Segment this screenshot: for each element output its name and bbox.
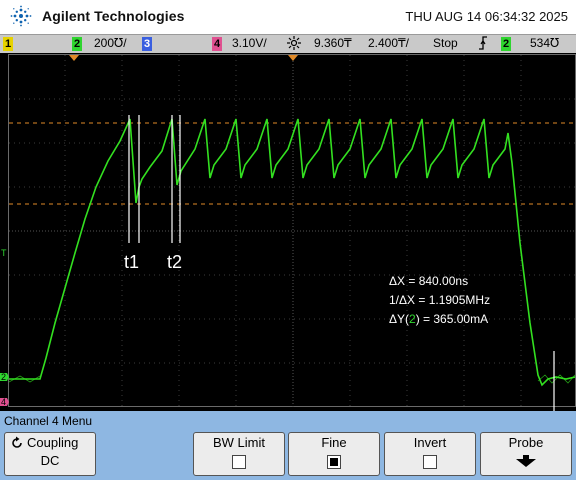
fine-softkey[interactable]: Fine	[288, 432, 380, 476]
rising-edge-icon	[477, 35, 489, 54]
agilent-spark-icon	[10, 5, 32, 27]
down-arrow-icon	[514, 455, 538, 470]
channel-2-scale: 200℧/	[94, 36, 127, 50]
waveform-trace-ch2	[9, 118, 576, 387]
invert-softkey[interactable]: Invert	[384, 432, 476, 476]
ch2-ground-marker: 2	[1, 372, 6, 382]
delta-x-readout: ΔX = 840.00ns	[389, 274, 469, 288]
bw-limit-checkbox[interactable]	[232, 455, 246, 469]
date-time: THU AUG 14 06:34:32 2025	[405, 9, 568, 24]
cycle-arrow-icon	[10, 436, 24, 453]
time-scale: 2.400₸/	[368, 36, 409, 50]
channel-4-indicator[interactable]: 4	[212, 37, 223, 51]
delta-y-value: ) = 365.00mA	[415, 312, 489, 326]
probe-softkey[interactable]: Probe	[480, 432, 572, 476]
delta-y-prefix: ΔY(	[389, 312, 410, 326]
coupling-value: DC	[40, 453, 60, 468]
trigger-level: 534℧	[530, 36, 560, 50]
menu-title: Channel 4 Menu	[4, 414, 93, 428]
instrument-header: Agilent Technologies THU AUG 14 06:34:32…	[0, 0, 576, 34]
bw-limit-label: BW Limit	[213, 435, 265, 450]
channel-3-indicator[interactable]: 3	[142, 37, 153, 51]
ch4-ground-marker: 4	[1, 397, 6, 407]
coupling-label: Coupling	[27, 435, 79, 450]
waveform-graticule: 2 4 T	[0, 54, 576, 411]
trigger-sun-icon	[286, 35, 302, 54]
cursor-t1-label: t1	[124, 252, 140, 272]
invert-checkbox[interactable]	[423, 455, 437, 469]
coupling-softkey[interactable]: Coupling DC	[4, 432, 96, 476]
cursor-t2-label: t2	[167, 252, 183, 272]
channel-4-scale: 3.10V/	[232, 36, 267, 50]
invert-label: Invert	[413, 435, 447, 450]
run-state: Stop	[433, 36, 458, 50]
probe-label: Probe	[508, 435, 544, 450]
channel-2-indicator[interactable]: 2	[72, 37, 83, 51]
inverse-delta-x-readout: 1/ΔX = 1.1905MHz	[389, 293, 491, 307]
channel-menu: Channel 4 Menu Coupling DC BW Limit Fine…	[0, 411, 576, 480]
bw-limit-softkey[interactable]: BW Limit	[193, 432, 285, 476]
time-delay: 9.360₸	[314, 36, 352, 50]
delta-y-channel: 2	[409, 312, 416, 326]
trigger-level-marker: T	[1, 248, 7, 258]
delta-y-readout: ΔY(2) = 365.00mA	[389, 312, 488, 326]
waveform-display[interactable]: 2 4 T t1 t2 ΔX = 840.00ns 1/ΔX = 1.1905M…	[0, 53, 576, 411]
channel-1-indicator[interactable]: 1	[3, 37, 14, 51]
status-bar: 1 2 200℧/ 3 4 3.10V/ 9.360₸ 2.400₸/ Stop…	[0, 34, 576, 54]
brand-name: Agilent Technologies	[42, 8, 185, 24]
fine-checkbox[interactable]	[327, 455, 341, 469]
fine-label: Fine	[321, 435, 347, 450]
trigger-channel: 2	[501, 37, 512, 51]
